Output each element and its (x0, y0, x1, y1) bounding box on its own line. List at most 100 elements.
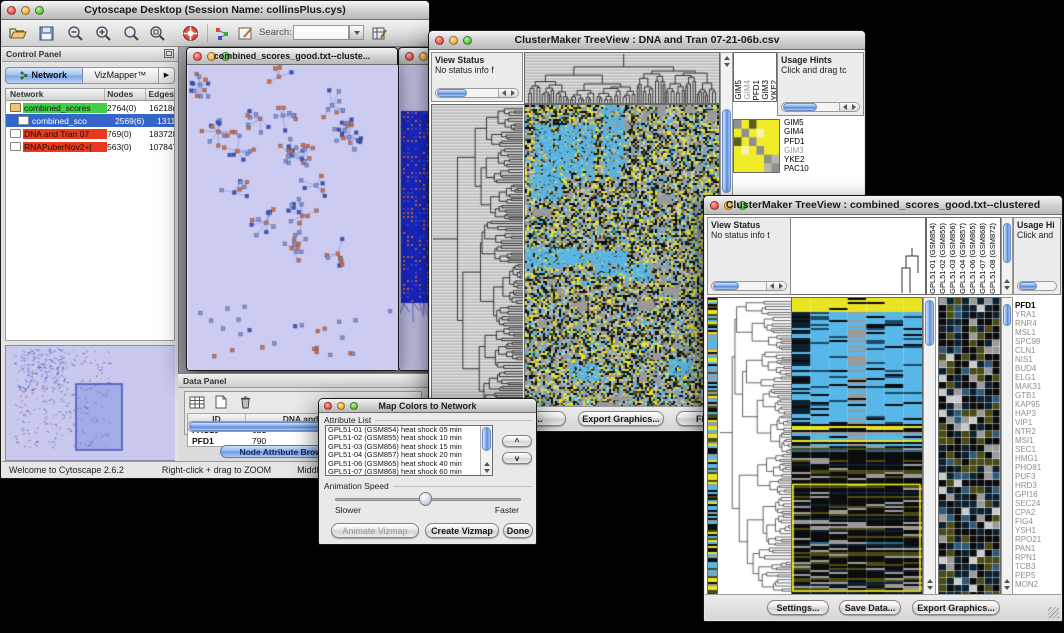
close-button[interactable] (193, 52, 202, 61)
float-panel-icon[interactable] (164, 45, 174, 63)
tv1-heatmap[interactable] (524, 104, 720, 409)
network-list-row[interactable]: DNA and Tran 07 769(0) 183728(0) (6, 127, 174, 140)
network-nodes: 563(0) (107, 142, 149, 152)
minimize-button[interactable] (419, 52, 428, 61)
network-name: combined_sco (31, 116, 115, 126)
network-list-row[interactable]: RNAPuberNov2+| 563(0) 107847(0) (6, 140, 174, 153)
annotation-icon[interactable] (235, 22, 257, 44)
col-nodes[interactable]: Nodes (105, 89, 146, 100)
network1-title: combined_scores_good.txt--cluste... (207, 51, 377, 61)
gene-label: PHO81 (1015, 463, 1061, 472)
gene-label: RNR4 (1015, 319, 1061, 328)
tv2-zoom-heatmap[interactable] (938, 297, 1001, 595)
gene-label: HMG1 (1015, 454, 1061, 463)
attribute-list-item[interactable]: GPL51-07 (GSM868) heat shock 60 min (326, 468, 480, 475)
tv2-column-dendrogram[interactable] (791, 217, 926, 295)
gene-label: YSH1 (1015, 526, 1061, 535)
animate-vizmap-button[interactable]: Animate Vizmap (331, 523, 419, 538)
gene-label: CLN1 (1015, 346, 1061, 355)
search-input[interactable] (293, 25, 349, 40)
done-button[interactable]: Done (503, 523, 533, 538)
search-dropdown-button[interactable] (349, 25, 364, 40)
network-graph-icon[interactable] (211, 22, 233, 44)
import-table-icon[interactable] (369, 22, 391, 44)
close-button[interactable] (7, 6, 16, 15)
gene-label: KAP95 (1015, 400, 1061, 409)
main-toolbar: Search: (1, 20, 429, 47)
tv2-zoom-vscrollbar[interactable] (1001, 297, 1013, 595)
export-graphics-button[interactable]: Export Graphics... (578, 411, 664, 426)
close-button[interactable] (710, 201, 719, 210)
treeview2-title-bar[interactable]: ClusterMaker TreeView : combined_scores_… (704, 196, 1062, 215)
col-network[interactable]: Network (6, 89, 105, 100)
col-edges[interactable]: Edges (146, 89, 174, 100)
attribute-list-item[interactable]: GPL51-06 (GSM865) heat shock 40 min (326, 460, 480, 468)
tv2-heatmap-vscrollbar[interactable] (923, 297, 936, 595)
open-file-icon[interactable] (7, 22, 29, 44)
attribute-list-item[interactable]: GPL51-01 (GSM854) heat shock 05 min (326, 426, 480, 434)
speed-slider-thumb[interactable] (419, 492, 432, 506)
zoom-in-icon[interactable] (93, 22, 115, 44)
usage-hints-text: Click and (1014, 230, 1060, 240)
usage-hints-hscrollbar[interactable] (781, 102, 860, 112)
gene-label: GTB1 (1015, 391, 1061, 400)
move-down-button[interactable]: v (502, 452, 532, 464)
animation-speed-group: Animation Speed (324, 481, 532, 491)
window-title: Cytoscape Desktop (Session Name: collins… (21, 4, 409, 16)
usage-hints-hscrollbar[interactable] (1017, 281, 1057, 291)
network-list-row[interactable]: combined_scores 2764(0) 16218(0) (6, 101, 174, 114)
network-type-icon (10, 142, 21, 151)
tv2-row-dendrogram[interactable] (718, 297, 791, 595)
zoom-fit-icon[interactable] (121, 22, 143, 44)
tv1-row-dendrogram[interactable] (431, 104, 524, 409)
animation-speed-label: Animation Speed (324, 481, 389, 491)
close-button[interactable] (435, 36, 444, 45)
view-status-hscrollbar[interactable] (435, 88, 519, 98)
create-vizmap-button[interactable]: Create Vizmap (425, 523, 499, 538)
gene-label: HAP3 (1015, 409, 1061, 418)
table-mode-icon[interactable] (187, 393, 207, 411)
tv1-column-labels: GIM5GIM4PFD1GIM3YKE2PAC10 (733, 52, 777, 102)
move-up-button[interactable]: ^ (502, 435, 532, 447)
view-status-title: View Status (708, 218, 790, 230)
help-lifering-icon[interactable] (179, 22, 201, 44)
main-title-bar[interactable]: Cytoscape Desktop (Session Name: collins… (1, 1, 429, 20)
close-button[interactable] (324, 402, 332, 410)
delete-attribute-icon[interactable] (235, 393, 255, 411)
birdseye-view[interactable] (5, 345, 175, 461)
column-label: GIM3 (762, 80, 770, 100)
control-panel: Control Panel Network VizMapper™ ▶ Netwo… (2, 47, 179, 461)
zoom-selected-icon[interactable] (147, 22, 169, 44)
new-attribute-icon[interactable] (211, 393, 231, 411)
gene-label: TCB3 (1015, 562, 1061, 571)
tv1-zoom-matrix[interactable] (733, 119, 780, 173)
tv1-column-dendrogram[interactable] (524, 52, 720, 104)
tab-overflow-button[interactable]: ▶ (159, 67, 175, 84)
view-status-hscrollbar[interactable] (711, 281, 787, 291)
status-welcome: Welcome to Cytoscape 2.6.2 (9, 465, 124, 475)
tv2-labels-vscrollbar[interactable] (1001, 217, 1013, 295)
network-edges: 107847(0) (149, 142, 174, 152)
treeview1-title-bar[interactable]: ClusterMaker TreeView : DNA and Tran 07-… (429, 31, 865, 50)
save-icon[interactable] (35, 22, 57, 44)
gene-label: RPO21 (1015, 535, 1061, 544)
network1-canvas[interactable] (188, 65, 398, 370)
tab-network[interactable]: Network (5, 67, 83, 84)
attribute-list-vscrollbar[interactable] (480, 426, 492, 475)
resize-grip[interactable] (1048, 607, 1059, 618)
attribute-listbox[interactable]: GPL51-01 (GSM854) heat shock 05 minGPL51… (325, 425, 493, 476)
network-list-row[interactable]: combined_sco 2569(6) 13112(15) (6, 114, 174, 127)
settings-button[interactable]: Settings... (767, 600, 829, 615)
attribute-list-item[interactable]: GPL51-02 (GSM855) heat shock 10 min (326, 434, 480, 442)
attribute-list-item[interactable]: GPL51-04 (GSM857) heat shock 20 min (326, 451, 480, 459)
save-data-button[interactable]: Save Data... (839, 600, 901, 615)
tv2-heatmap[interactable] (791, 297, 923, 595)
export-graphics-button[interactable]: Export Graphics... (912, 600, 1000, 615)
attribute-list-item[interactable]: GPL51-03 (GSM856) heat shock 15 min (326, 443, 480, 451)
zoom-out-icon[interactable] (65, 22, 87, 44)
network1-title-bar[interactable]: combined_scores_good.txt--cluste... (187, 48, 397, 65)
dialog-title-bar[interactable]: Map Colors to Network (319, 399, 536, 413)
tab-vizmapper[interactable]: VizMapper™ (83, 67, 160, 84)
close-button[interactable] (405, 52, 414, 61)
tv2-global-overview-strip[interactable] (707, 297, 718, 595)
